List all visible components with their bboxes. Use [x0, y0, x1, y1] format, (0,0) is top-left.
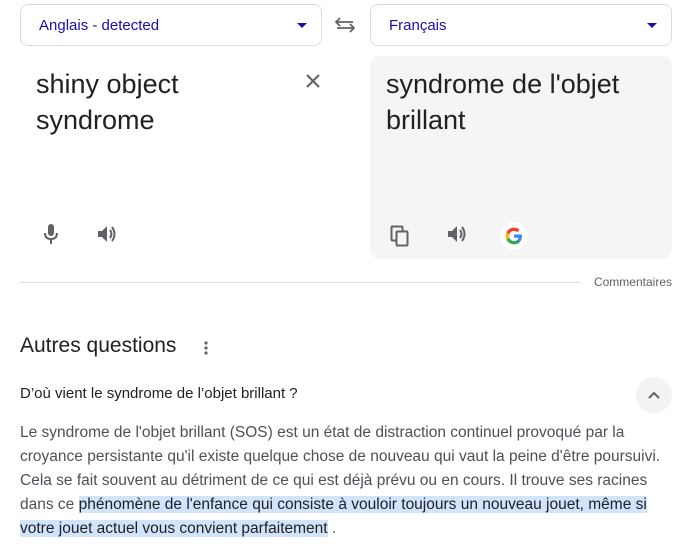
- chevron-up-icon: [648, 391, 660, 399]
- copy-translation-button[interactable]: [386, 222, 414, 250]
- listen-translation-button[interactable]: [443, 220, 471, 248]
- collapse-question-button[interactable]: [636, 377, 672, 413]
- copy-icon: [390, 225, 409, 247]
- clear-text-button[interactable]: [300, 68, 326, 94]
- google-logo-icon: [505, 227, 522, 245]
- voice-input-button[interactable]: [37, 220, 65, 248]
- swap-languages-button[interactable]: [330, 10, 360, 40]
- target-language-label: Français: [389, 16, 447, 34]
- source-language-label: Anglais - detected: [39, 16, 160, 34]
- speaker-icon: [448, 226, 466, 242]
- feedback-link[interactable]: Commentaires: [594, 275, 672, 289]
- source-text-input[interactable]: shiny object syndrome: [36, 66, 296, 138]
- answer-text-end: .: [327, 520, 337, 537]
- listen-source-button[interactable]: [93, 220, 121, 248]
- target-language-select[interactable]: Français: [370, 4, 672, 46]
- speaker-icon: [98, 226, 116, 242]
- more-options-button[interactable]: [196, 336, 216, 360]
- translation-panel: syndrome de l'objet brillant: [370, 56, 672, 259]
- divider: [20, 282, 580, 283]
- more-vert-icon: [204, 341, 208, 355]
- question-item[interactable]: D’où vient le syndrome de l’objet brilla…: [20, 385, 298, 402]
- source-language-select[interactable]: Anglais - detected: [20, 4, 322, 46]
- chevron-down-icon: [297, 22, 307, 28]
- swap-languages-icon: [335, 17, 355, 33]
- translated-text: syndrome de l'objet brillant: [386, 69, 620, 135]
- open-in-google-translate-button[interactable]: [500, 222, 528, 250]
- close-icon: [306, 74, 320, 88]
- other-questions-heading: Autres questions: [20, 334, 177, 357]
- answer-text: Le syndrome de l'objet brillant (SOS) es…: [20, 421, 670, 541]
- chevron-down-icon: [647, 22, 657, 28]
- microphone-icon: [44, 224, 58, 244]
